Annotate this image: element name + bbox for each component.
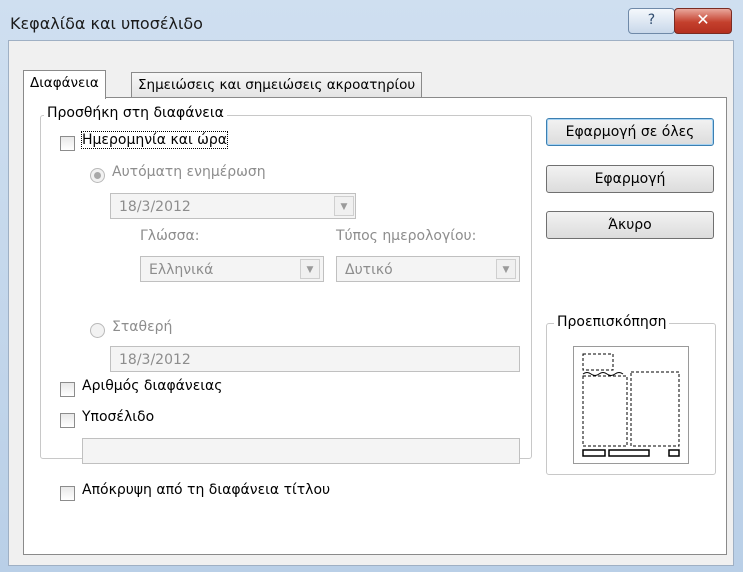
auto-date-select[interactable]: 18/3/2012 (110, 193, 356, 219)
datetime-label: Ημερομηνία και ώρα (81, 131, 228, 149)
tab-notes-label: Σημειώσεις και σημειώσεις ακροατηρίου (138, 77, 416, 93)
tab-slide[interactable]: Διαφάνεια (23, 70, 106, 99)
help-button[interactable]: ? (628, 8, 675, 34)
dialog-window: Κεφαλίδα και υποσέλιδο ? ✕ Διαφάνεια Σημ… (0, 0, 743, 572)
chevron-down-icon[interactable]: ▼ (300, 259, 320, 279)
question-icon: ? (647, 12, 656, 28)
group-label: Προσθήκη στη διαφάνεια (44, 105, 227, 121)
window-title: Κεφαλίδα και υποσέλιδο (10, 14, 203, 33)
apply-all-label: Εφαρμογή σε όλες (565, 124, 695, 140)
language-value: Ελληνικά (149, 262, 214, 278)
calendar-type-select[interactable]: Δυτικό (336, 256, 520, 282)
chevron-down-icon[interactable]: ▼ (334, 196, 354, 216)
close-icon: ✕ (696, 10, 710, 29)
fixed-date-value: 18/3/2012 (119, 352, 191, 368)
title-bar[interactable]: Κεφαλίδα και υποσέλιδο ? ✕ (0, 0, 743, 40)
apply-label: Εφαρμογή (594, 171, 666, 187)
calendar-type-label: Τύπος ημερολογίου: (336, 228, 477, 244)
fixed-date-radio[interactable] (90, 323, 105, 338)
tab-notes-handouts[interactable]: Σημειώσεις και σημειώσεις ακροατηρίου (131, 72, 423, 97)
auto-update-radio[interactable] (90, 168, 105, 183)
preview-label: Προεπισκόπηση (554, 314, 670, 330)
apply-all-button[interactable]: Εφαρμογή σε όλες (546, 118, 714, 146)
apply-button[interactable]: Εφαρμογή (546, 165, 714, 193)
chevron-down-icon[interactable]: ▼ (496, 259, 516, 279)
close-button[interactable]: ✕ (674, 8, 732, 34)
language-label: Γλώσσα: (140, 228, 200, 244)
footer-input[interactable] (82, 438, 520, 464)
dialog-client-area: Διαφάνεια Σημειώσεις και σημειώσεις ακρο… (8, 40, 734, 566)
cancel-label: Άκυρο (608, 217, 652, 233)
cancel-button[interactable]: Άκυρο (546, 211, 714, 239)
footer-checkbox[interactable] (60, 413, 75, 428)
slide-number-checkbox[interactable] (60, 382, 75, 397)
auto-date-value: 18/3/2012 (119, 199, 191, 215)
slide-number-label: Αριθμός διαφάνειας (82, 378, 223, 394)
hide-title-slide-label: Απόκρυψη από τη διαφάνεια τίτλου (82, 482, 331, 498)
calendar-type-value: Δυτικό (345, 262, 393, 278)
datetime-checkbox[interactable] (60, 136, 75, 151)
language-select[interactable]: Ελληνικά (140, 256, 324, 282)
fixed-date-label: Σταθερή (112, 319, 173, 335)
hide-title-slide-checkbox[interactable] (60, 486, 75, 501)
footer-label: Υποσέλιδο (82, 409, 155, 425)
fixed-date-input[interactable]: 18/3/2012 (110, 346, 520, 372)
tab-slide-label: Διαφάνεια (30, 75, 99, 91)
preview-thumbnail (573, 346, 689, 464)
tab-panel: Προσθήκη στη διαφάνεια Ημερομηνία και ώρ… (23, 97, 727, 555)
auto-update-label: Αυτόματη ενημέρωση (112, 164, 266, 180)
